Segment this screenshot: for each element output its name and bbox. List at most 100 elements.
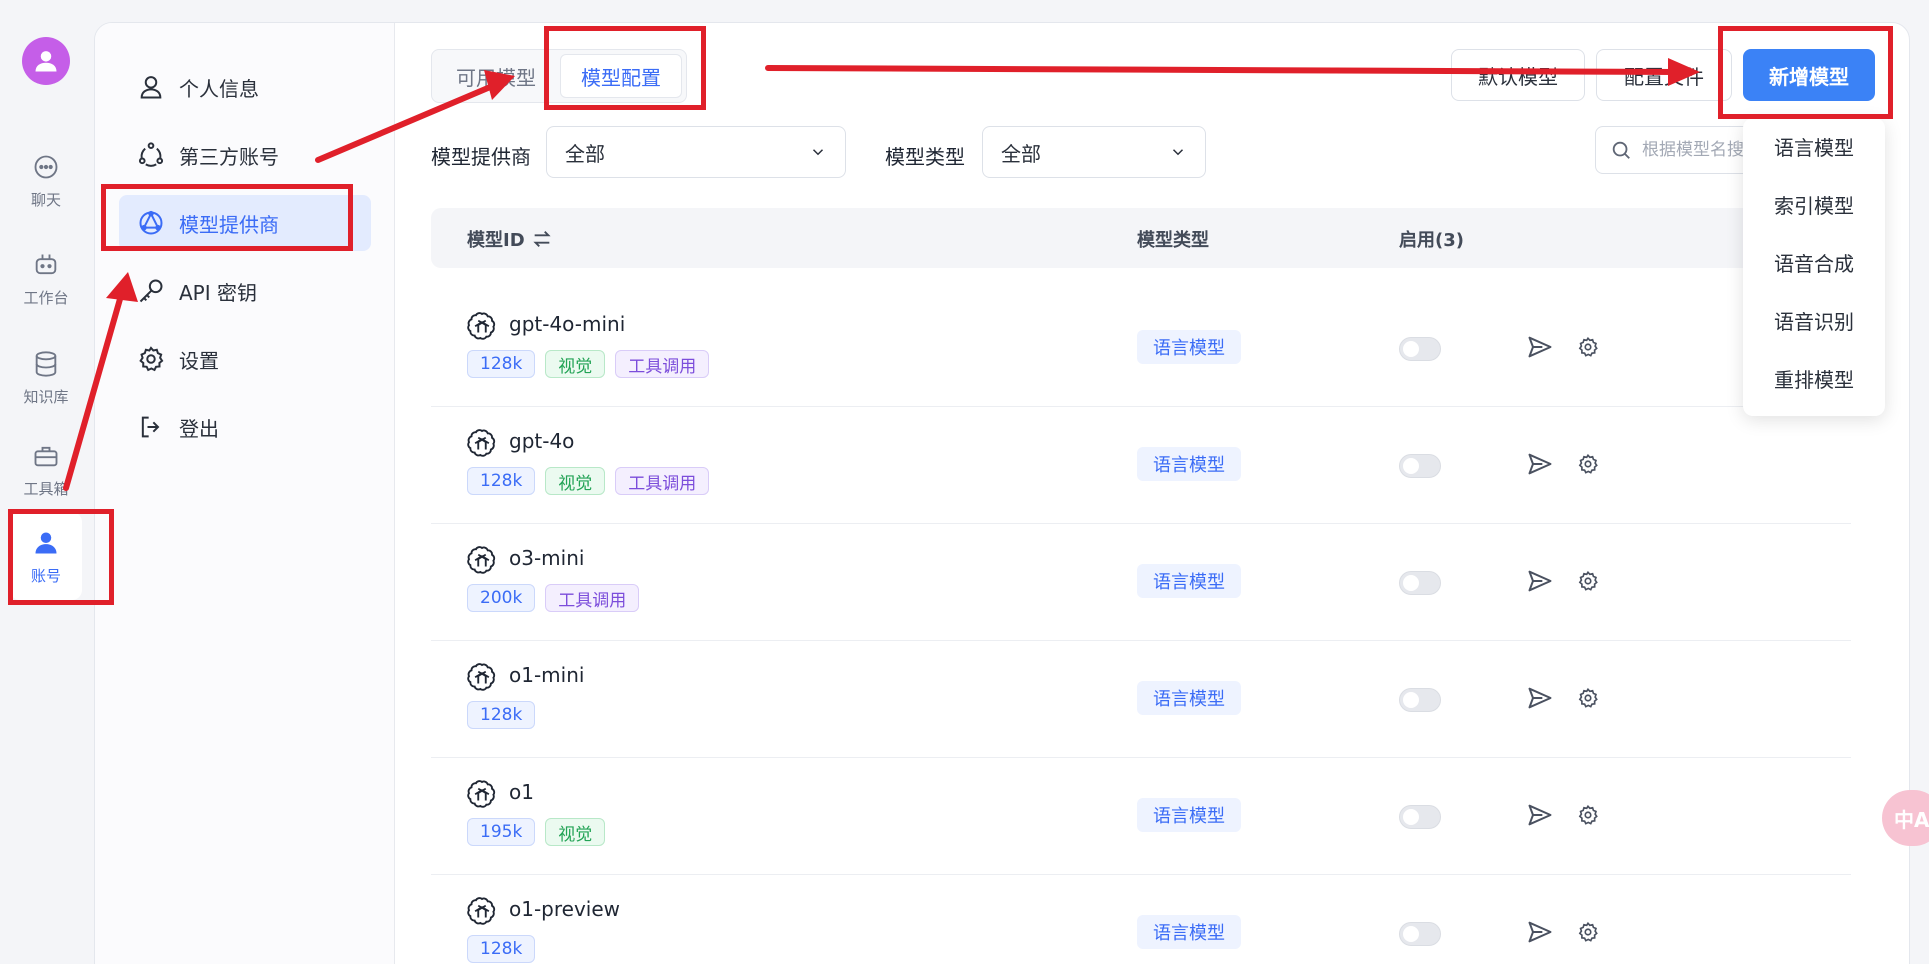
enable-toggle[interactable]	[1399, 571, 1441, 595]
gear-icon	[135, 343, 167, 375]
database-icon	[30, 348, 62, 380]
menu-item-model-provider[interactable]: 模型提供商	[119, 195, 371, 251]
model-type-badge: 语言模型	[1137, 681, 1241, 715]
type-select[interactable]: 全部	[982, 126, 1206, 178]
capability-tag: 视觉	[545, 350, 606, 378]
dropdown-item-index-model[interactable]: 索引模型	[1743, 178, 1885, 230]
menu-item-label: 个人信息	[179, 76, 259, 101]
row-gear-icon[interactable]	[1573, 566, 1603, 596]
menu-item-settings[interactable]: 设置	[119, 331, 371, 387]
provider-select[interactable]: 全部	[546, 126, 846, 178]
test-send-icon[interactable]	[1525, 566, 1555, 596]
model-type-badge: 语言模型	[1137, 330, 1241, 364]
rail-item-label: 工作台	[23, 288, 69, 307]
rail-item-toolbox[interactable]: 工具箱	[10, 424, 82, 514]
logout-icon	[135, 411, 167, 443]
capability-tags: 128k 视觉 工具调用	[467, 467, 710, 495]
enable-toggle[interactable]	[1399, 922, 1441, 946]
rail-item-workbench[interactable]: 工作台	[10, 233, 82, 323]
openai-logo-icon	[467, 544, 497, 574]
menu-item-third-party[interactable]: 第三方账号	[119, 127, 371, 183]
row-gear-icon[interactable]	[1573, 917, 1603, 947]
header-model-type: 模型类型	[1137, 230, 1209, 251]
openai-logo-icon	[467, 895, 497, 925]
toolbox-icon	[30, 440, 62, 472]
rail-item-label: 知识库	[23, 387, 69, 406]
menu-item-logout[interactable]: 登出	[119, 399, 371, 455]
menu-item-profile[interactable]: 个人信息	[119, 59, 371, 115]
table-row: o1 195k 视觉 语言模型	[431, 758, 1851, 875]
robot-icon	[30, 249, 62, 281]
menu-item-label: 设置	[179, 348, 219, 373]
model-type-badge: 语言模型	[1137, 447, 1241, 481]
model-id: o1-preview	[509, 897, 621, 921]
rail-item-account[interactable]: 账号	[10, 512, 82, 600]
enable-toggle[interactable]	[1399, 454, 1441, 478]
tab-model-config[interactable]: 模型配置	[560, 54, 682, 98]
model-id: o1	[509, 780, 534, 804]
capability-tags: 200k 工具调用	[467, 584, 640, 612]
chevron-down-icon	[812, 149, 824, 156]
rail-item-knowledge[interactable]: 知识库	[10, 332, 82, 422]
capability-tags: 195k 视觉	[467, 818, 606, 846]
translate-float-button[interactable]: 中A	[1882, 790, 1929, 846]
table-row: gpt-4o 128k 视觉 工具调用 语言模型	[431, 407, 1851, 524]
menu-item-api-key[interactable]: API 密钥	[119, 263, 371, 319]
header-model-id[interactable]: 模型ID	[467, 226, 553, 252]
openai-logo-icon	[467, 310, 497, 340]
capability-tag: 200k	[467, 584, 536, 612]
capability-tag: 128k	[467, 701, 536, 729]
menu-item-label: API 密钥	[179, 280, 257, 305]
model-type-badge: 语言模型	[1137, 915, 1241, 949]
header-enabled: 启用(3)	[1399, 230, 1464, 251]
dropdown-item-tts[interactable]: 语音合成	[1743, 236, 1885, 288]
menu-item-label: 模型提供商	[179, 212, 279, 237]
enable-toggle[interactable]	[1399, 805, 1441, 829]
model-id: gpt-4o-mini	[509, 312, 626, 336]
user-outline-icon	[135, 71, 167, 103]
capability-tag: 128k	[467, 350, 536, 378]
test-send-icon[interactable]	[1525, 683, 1555, 713]
capability-tag: 128k	[467, 467, 536, 495]
model-type-badge: 语言模型	[1137, 798, 1241, 832]
enable-toggle[interactable]	[1399, 688, 1441, 712]
test-send-icon[interactable]	[1525, 917, 1555, 947]
capability-tag: 工具调用	[615, 350, 710, 378]
user-icon	[30, 527, 62, 559]
config-file-button[interactable]: 配置文件	[1596, 49, 1732, 101]
user-avatar[interactable]	[22, 37, 70, 85]
model-id: o3-mini	[509, 546, 585, 570]
row-gear-icon[interactable]	[1573, 800, 1603, 830]
table-row: o1-preview 128k 语言模型	[431, 875, 1851, 964]
menu-item-label: 登出	[179, 416, 219, 441]
default-model-button[interactable]: 默认模型	[1451, 49, 1585, 101]
share-circle-icon	[135, 139, 167, 171]
rail-item-label: 工具箱	[23, 479, 69, 498]
chat-bubble-icon	[30, 151, 62, 183]
search-icon	[1612, 141, 1630, 159]
model-id: gpt-4o	[509, 429, 575, 453]
row-gear-icon[interactable]	[1573, 332, 1603, 362]
row-gear-icon[interactable]	[1573, 683, 1603, 713]
openai-logo-icon	[467, 778, 497, 808]
row-gear-icon[interactable]	[1573, 449, 1603, 479]
model-config-content: 可用模型 模型配置 默认模型 配置文件 新增模型 模型提供商 全部 模型类型 全…	[395, 23, 1909, 964]
table-row: o3-mini 200k 工具调用 语言模型	[431, 524, 1851, 641]
tab-available-models[interactable]: 可用模型	[436, 54, 556, 98]
type-select-value: 全部	[1001, 141, 1041, 166]
dropdown-item-asr[interactable]: 语音识别	[1743, 294, 1885, 346]
enable-toggle[interactable]	[1399, 337, 1441, 361]
app-rail: 聊天 工作台 知识库 工具箱 账号	[0, 0, 92, 964]
test-send-icon[interactable]	[1525, 800, 1555, 830]
table-row: o1-mini 128k 语言模型	[431, 641, 1851, 758]
test-send-icon[interactable]	[1525, 332, 1555, 362]
openai-logo-icon	[467, 661, 497, 691]
menu-item-label: 第三方账号	[179, 144, 279, 169]
add-model-button[interactable]: 新增模型	[1743, 49, 1875, 101]
dropdown-item-language-model[interactable]: 语言模型	[1743, 120, 1885, 172]
dropdown-item-rerank-model[interactable]: 重排模型	[1743, 352, 1885, 404]
rail-item-chat[interactable]: 聊天	[10, 135, 82, 225]
capability-tag: 视觉	[545, 818, 606, 846]
test-send-icon[interactable]	[1525, 449, 1555, 479]
key-icon	[135, 275, 167, 307]
